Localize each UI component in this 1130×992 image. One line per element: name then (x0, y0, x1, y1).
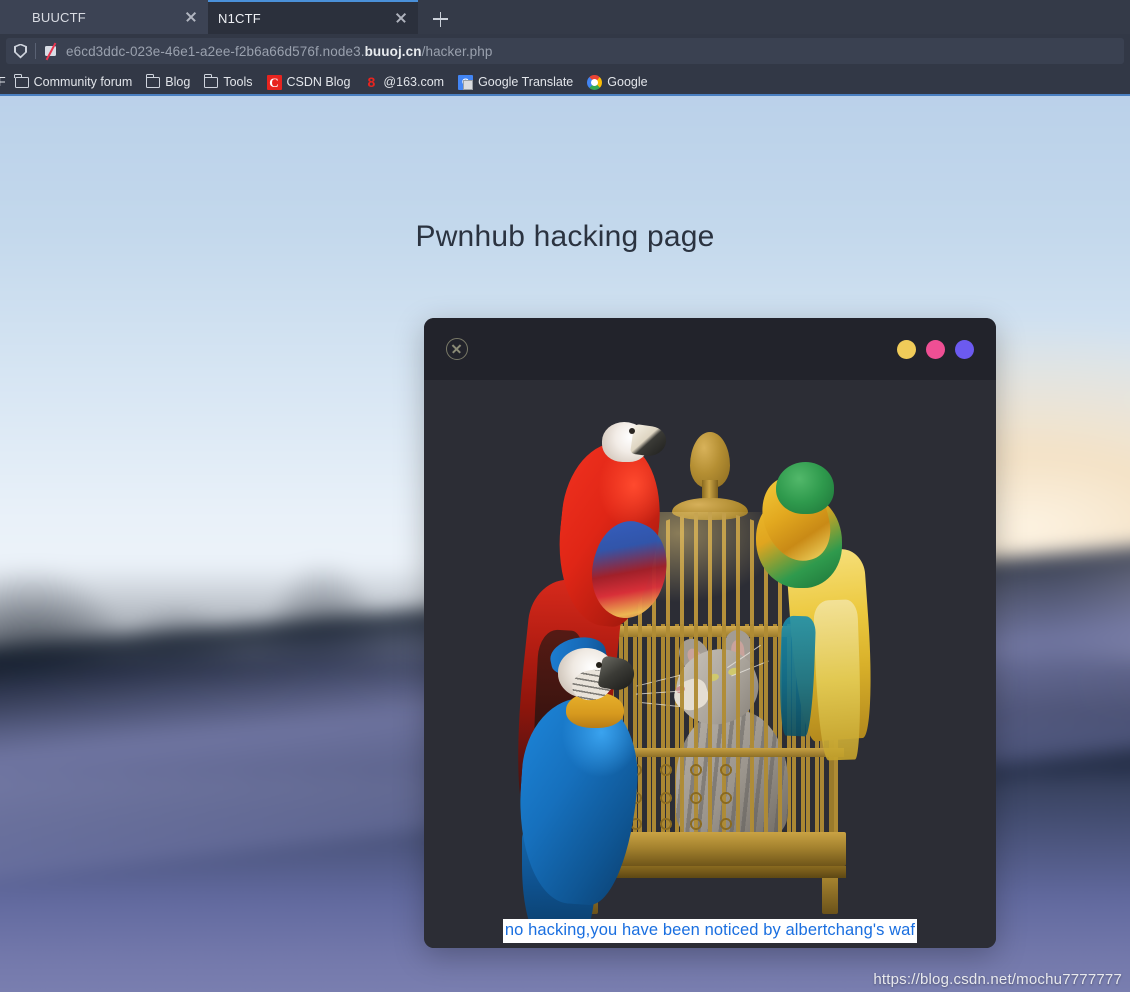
card-dots (897, 339, 974, 359)
bookmark-tools[interactable]: Tools (197, 71, 259, 93)
bookmark-163-mail-label: @163.com (383, 75, 445, 89)
bookmark-blog-label: Blog (165, 75, 191, 89)
tab-buuctf-close-icon[interactable] (182, 8, 200, 26)
hacking-card: no hacking,you have been noticed by albe… (424, 318, 996, 948)
shield-icon[interactable] (14, 43, 27, 59)
bookmark-csdn-blog-label: CSDN Blog (286, 75, 351, 89)
tab-strip: BUUCTF N1CTF (0, 0, 1130, 34)
page-title: Pwnhub hacking page (415, 220, 715, 253)
bookmark-163-mail[interactable]: 8 @163.com (357, 71, 451, 93)
bookmark-tools-label: Tools (223, 75, 253, 89)
url-prefix: e6cd3ddc-023e-46e1-a2ee-f2b6a66d576f.nod… (66, 43, 365, 59)
google-translate-icon: G (458, 74, 474, 90)
page-viewport: Pwnhub hacking page no hacking,you have … (0, 96, 1130, 992)
bookmark-clipped-label[interactable]: F (0, 75, 8, 89)
netease-icon: 8 (367, 73, 376, 90)
card-header (424, 318, 996, 380)
google-icon (587, 74, 603, 90)
bookmark-google-label: Google (607, 75, 648, 89)
address-bar-row: e6cd3ddc-023e-46e1-a2ee-f2b6a66d576f.nod… (0, 34, 1130, 68)
cage-foot-right (822, 878, 838, 914)
waf-message-strip: no hacking,you have been noticed by albe… (424, 914, 996, 948)
red-macaw-beak (630, 423, 668, 459)
parrots-birdcage-illustration (424, 380, 996, 938)
circle-x-icon[interactable] (446, 338, 468, 360)
yellow-dot[interactable] (897, 339, 916, 359)
new-tab-button[interactable] (420, 4, 460, 34)
folder-icon (14, 73, 29, 88)
tab-n1ctf-close-icon[interactable] (392, 9, 410, 27)
folder-icon (145, 73, 161, 88)
pink-dot[interactable] (926, 339, 945, 359)
red-macaw-eye (629, 428, 635, 434)
bookmark-google-translate[interactable]: G Google Translate (451, 71, 580, 93)
url-path: /hacker.php (421, 43, 493, 59)
watermark: https://blog.csdn.net/mochu7777777 (873, 971, 1122, 988)
bookmark-blog[interactable]: Blog (139, 71, 197, 93)
tab-n1ctf-label: N1CTF (218, 10, 261, 26)
address-bar-divider (35, 43, 36, 59)
blue-macaw-eye (596, 662, 602, 668)
bookmark-google[interactable]: Google (580, 71, 654, 93)
cage-scrollwork-panel (620, 752, 752, 834)
folder-icon (203, 73, 219, 88)
browser-chrome: BUUCTF N1CTF e6cd3ddc-023e-46e1-a2ee-f2b… (0, 0, 1130, 96)
csdn-icon: C (266, 74, 282, 90)
tab-n1ctf[interactable]: N1CTF (208, 0, 418, 34)
bookmark-community-forum-label: Community forum (33, 75, 133, 89)
green-parrot-tail-secondary (813, 599, 863, 761)
tab-buuctf[interactable]: BUUCTF (0, 0, 208, 34)
buuctf-favicon (10, 10, 24, 24)
waf-message: no hacking,you have been noticed by albe… (502, 919, 918, 943)
tab-buuctf-label: BUUCTF (32, 9, 86, 25)
bookmark-csdn-blog[interactable]: C CSDN Blog (260, 71, 358, 93)
address-bar[interactable]: e6cd3ddc-023e-46e1-a2ee-f2b6a66d576f.nod… (6, 38, 1124, 64)
card-body: no hacking,you have been noticed by albe… (424, 380, 996, 948)
bookmark-google-translate-label: Google Translate (478, 75, 574, 89)
purple-dot[interactable] (955, 339, 974, 359)
broken-lock-icon[interactable] (44, 43, 58, 59)
green-parrot-head (776, 462, 834, 514)
url-text: e6cd3ddc-023e-46e1-a2ee-f2b6a66d576f.nod… (66, 44, 493, 59)
url-domain: buuoj.cn (364, 43, 422, 59)
bookmark-community-forum[interactable]: Community forum (8, 71, 140, 93)
bookmarks-bar: F Community forum Blog Tools C CSDN Blog… (0, 68, 1130, 96)
